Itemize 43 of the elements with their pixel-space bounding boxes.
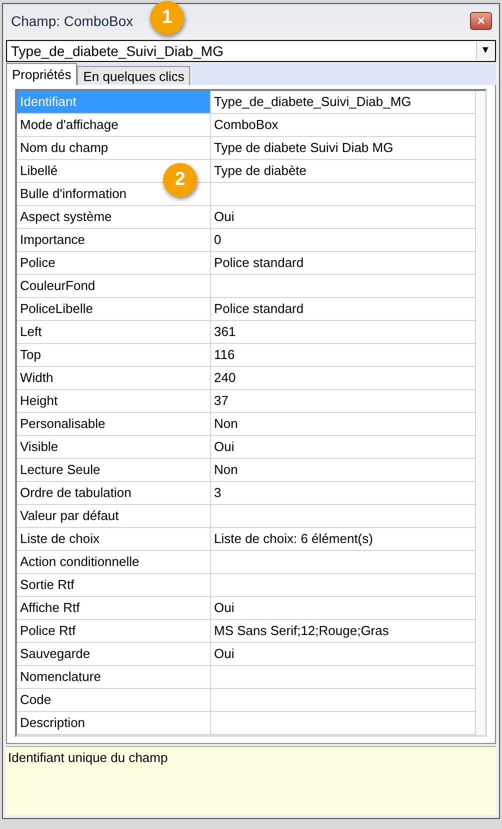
property-value[interactable]: Type_de_diabete_Suivi_Diab_MG [211,90,476,113]
property-value[interactable]: 240 [211,366,476,389]
property-name[interactable]: PoliceLibelle [17,298,211,320]
property-name[interactable]: Importance [17,228,211,251]
property-name[interactable]: Left [17,320,211,343]
property-name[interactable]: Liste de choix [17,528,211,550]
property-value[interactable]: 3 [211,482,476,504]
property-name[interactable]: Ordre de tabulation [17,482,211,504]
tab[interactable]: En quelques clics [77,66,190,85]
property-value[interactable]: Oui [211,642,476,665]
property-value[interactable]: 37 [211,390,476,412]
property-value[interactable]: Type de diabète [211,160,476,182]
property-value[interactable]: Non [211,412,476,435]
property-name[interactable]: Police Rtf [17,620,211,642]
property-name[interactable]: Personalisable [17,412,211,435]
property-value[interactable]: Oui [211,436,476,458]
property-name[interactable]: Affiche Rtf [17,596,211,619]
property-value[interactable]: Oui [211,206,476,228]
property-value[interactable]: Type de diabete Suivi Diab MG [211,136,476,159]
property-value[interactable]: 116 [211,344,476,366]
property-value[interactable]: 0 [211,228,476,251]
property-value[interactable]: Police standard [211,252,476,274]
field-dropdown[interactable]: Type_de_diabete_Suivi_Diab_MG ▼ [6,40,496,62]
property-value[interactable]: ComboBox [211,114,476,136]
property-name[interactable]: Top [17,344,211,366]
property-name[interactable]: Visible [17,436,211,458]
property-value[interactable]: MS Sans Serif;12;Rouge;Gras [211,620,476,642]
property-name[interactable]: Width [17,366,211,389]
property-name[interactable]: Police [17,252,211,274]
property-value[interactable]: Police standard [211,298,476,320]
property-name[interactable]: Mode d'affichage [17,114,211,136]
property-value[interactable]: Liste de choix: 6 élément(s) [211,528,476,550]
property-value[interactable]: Non [211,458,476,481]
window-title: Champ: ComboBox [11,12,134,29]
property-name[interactable]: Height [17,390,211,412]
tab[interactable]: Propriétés [6,62,78,85]
description-text: Identifiant unique du champ [6,746,496,815]
property-name[interactable]: Aspect système [17,206,211,228]
property-value[interactable]: 361 [211,320,476,343]
property-name[interactable]: Nom du champ [17,136,211,159]
property-name[interactable]: Sauvegarde [17,642,211,665]
property-value[interactable]: Oui [211,596,476,619]
property-name[interactable]: Lecture Seule [17,458,211,481]
